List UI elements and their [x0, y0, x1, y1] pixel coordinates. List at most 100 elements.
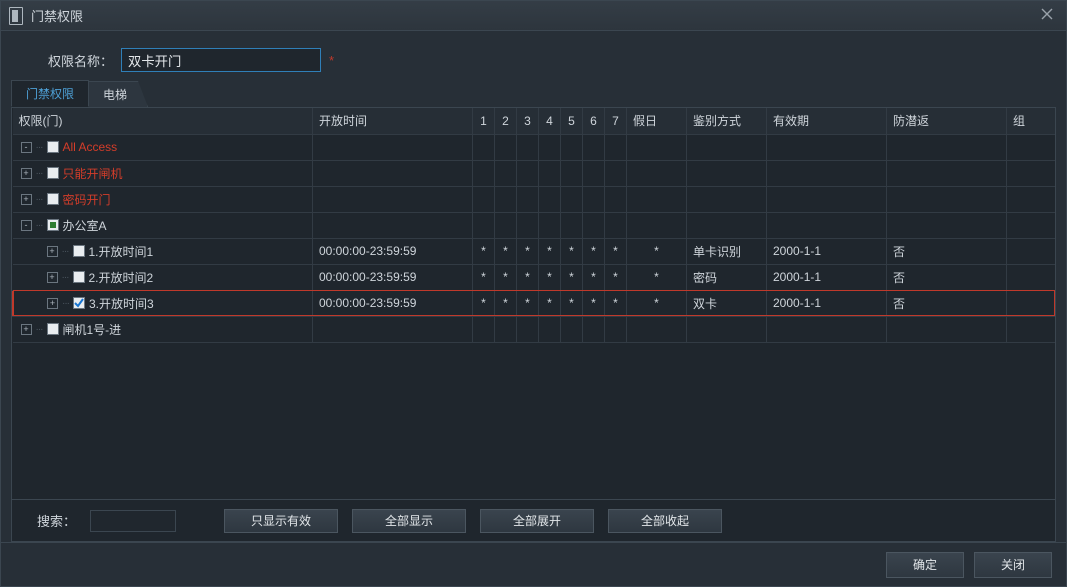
day-cell: *: [583, 238, 605, 264]
day-cell: *: [583, 290, 605, 316]
table-row[interactable]: +···闸机1号-进: [13, 316, 1056, 342]
close-icon[interactable]: [1040, 7, 1058, 25]
checkbox-icon[interactable]: [47, 323, 59, 335]
table-row[interactable]: +···1.开放时间100:00:00-23:59:59********单卡识别…: [13, 238, 1056, 264]
col-auth[interactable]: 鉴别方式: [687, 108, 767, 134]
tab-access[interactable]: 门禁权限: [11, 80, 89, 107]
name-label: 权限名称：: [11, 51, 121, 70]
tree-line: ···: [36, 220, 43, 231]
expand-icon[interactable]: +: [21, 168, 32, 179]
table-row[interactable]: -··· 办公室A: [13, 212, 1056, 238]
col-d6[interactable]: 6: [583, 108, 605, 134]
tab-elevator[interactable]: 电梯: [88, 81, 148, 107]
checkbox-icon[interactable]: [47, 193, 59, 205]
expand-icon[interactable]: +: [21, 194, 32, 205]
day-cell: *: [495, 290, 517, 316]
holiday-cell: *: [627, 290, 687, 316]
table-row[interactable]: -···All Access: [13, 134, 1056, 160]
door-icon: [9, 7, 23, 25]
col-tree[interactable]: 权限(门): [13, 108, 313, 134]
table-row[interactable]: +···3.开放时间300:00:00-23:59:59********双卡20…: [13, 290, 1056, 316]
search-label: 搜索：: [22, 511, 76, 530]
col-d1[interactable]: 1: [473, 108, 495, 134]
expand-icon[interactable]: +: [47, 246, 58, 257]
col-d5[interactable]: 5: [561, 108, 583, 134]
search-input[interactable]: [90, 510, 176, 532]
btn-show-valid[interactable]: 只显示有效: [224, 509, 338, 533]
checkbox-icon[interactable]: [73, 271, 85, 283]
col-d3[interactable]: 3: [517, 108, 539, 134]
btn-show-all[interactable]: 全部显示: [352, 509, 466, 533]
holiday-cell: *: [627, 238, 687, 264]
day-cell: *: [605, 238, 627, 264]
checkbox-icon[interactable]: [47, 219, 59, 231]
permission-table: 权限(门) 开放时间 1 2 3 4 5 6 7 假日 鉴别方式 有效期 防潜返…: [12, 108, 1055, 343]
tree-line: ···: [62, 272, 69, 283]
day-cell: *: [517, 264, 539, 290]
expire-cell: 2000-1-1: [767, 238, 887, 264]
time-cell: 00:00:00-23:59:59: [313, 238, 473, 264]
day-cell: *: [517, 290, 539, 316]
day-cell: *: [561, 290, 583, 316]
col-d2[interactable]: 2: [495, 108, 517, 134]
expand-icon[interactable]: +: [47, 272, 58, 283]
tree-label: 3.开放时间3: [89, 295, 154, 312]
checkbox-icon[interactable]: [47, 141, 59, 153]
col-time[interactable]: 开放时间: [313, 108, 473, 134]
required-mark: *: [329, 53, 334, 68]
group-cell: [1007, 290, 1056, 316]
auth-cell: 双卡: [687, 290, 767, 316]
tree-label: 2.开放时间2: [89, 269, 154, 286]
tree-line: ···: [36, 142, 43, 153]
day-cell: *: [605, 290, 627, 316]
col-holiday[interactable]: 假日: [627, 108, 687, 134]
day-cell: *: [561, 264, 583, 290]
table-row[interactable]: + ··· 只能开闸机: [13, 160, 1056, 186]
name-row: 权限名称： *: [11, 43, 1056, 77]
checkbox-icon[interactable]: [73, 245, 85, 257]
tree-label: 只能开闸机: [63, 165, 123, 182]
col-group[interactable]: 组: [1007, 108, 1056, 134]
grid-toolbar: 搜索： 只显示有效 全部显示 全部展开 全部收起: [12, 499, 1055, 541]
expand-icon[interactable]: +: [21, 324, 32, 335]
anti-cell: 否: [887, 290, 1007, 316]
col-d7[interactable]: 7: [605, 108, 627, 134]
title-bar: 门禁权限: [1, 1, 1066, 31]
expand-icon[interactable]: +: [47, 298, 58, 309]
table-row[interactable]: +···2.开放时间200:00:00-23:59:59********密码20…: [13, 264, 1056, 290]
btn-expand-all[interactable]: 全部展开: [480, 509, 594, 533]
checkbox-icon[interactable]: [47, 167, 59, 179]
grid-wrap: 权限(门) 开放时间 1 2 3 4 5 6 7 假日 鉴别方式 有效期 防潜返…: [11, 107, 1056, 542]
time-cell: 00:00:00-23:59:59: [313, 290, 473, 316]
permission-name-input[interactable]: [121, 48, 321, 72]
expand-icon[interactable]: -: [21, 220, 32, 231]
window-root: 门禁权限 权限名称： * 门禁权限 电梯 权限(门): [0, 0, 1067, 587]
col-expire[interactable]: 有效期: [767, 108, 887, 134]
col-anti[interactable]: 防潜返: [887, 108, 1007, 134]
day-cell: *: [495, 264, 517, 290]
col-d4[interactable]: 4: [539, 108, 561, 134]
checkbox-icon[interactable]: [73, 297, 85, 309]
anti-cell: 否: [887, 238, 1007, 264]
day-cell: *: [495, 238, 517, 264]
ok-button[interactable]: 确定: [886, 552, 964, 578]
btn-collapse-all[interactable]: 全部收起: [608, 509, 722, 533]
content-body: 权限名称： * 门禁权限 电梯 权限(门) 开放时间 1: [1, 31, 1066, 542]
expire-cell: 2000-1-1: [767, 264, 887, 290]
time-cell: 00:00:00-23:59:59: [313, 264, 473, 290]
table-row[interactable]: +···密码开门: [13, 186, 1056, 212]
day-cell: *: [473, 290, 495, 316]
group-cell: [1007, 264, 1056, 290]
day-cell: *: [473, 264, 495, 290]
dialog-footer: 确定 关闭: [1, 542, 1066, 586]
day-cell: *: [517, 238, 539, 264]
day-cell: *: [583, 264, 605, 290]
tree-line: ···: [36, 194, 43, 205]
close-button[interactable]: 关闭: [974, 552, 1052, 578]
tree-label: 办公室A: [63, 217, 107, 234]
tree-line: ···: [36, 168, 43, 179]
tree-line: ···: [62, 246, 69, 257]
tree-label: 闸机1号-进: [63, 321, 122, 338]
expand-icon[interactable]: -: [21, 142, 32, 153]
group-cell: [1007, 238, 1056, 264]
